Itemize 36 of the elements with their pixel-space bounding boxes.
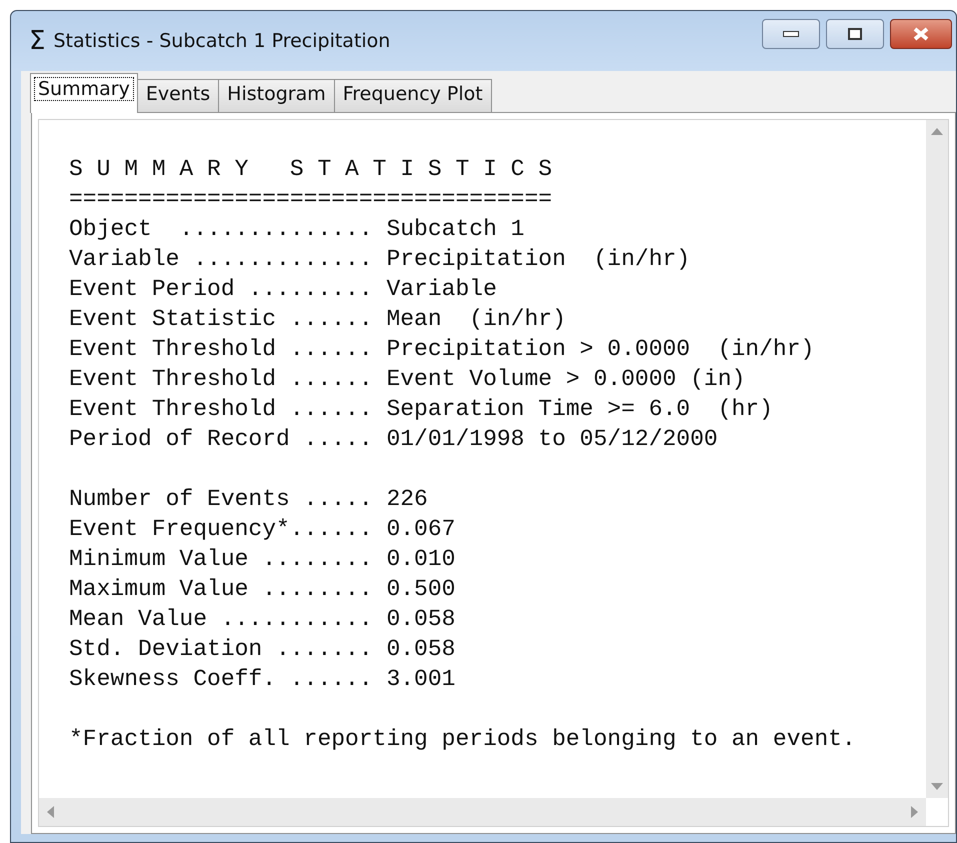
report-line: Variable ............. Precipitation (in/hr) <box>69 245 692 274</box>
report-line: Period of Record ..... 01/01/1998 to 05/12/2000 <box>69 425 719 454</box>
separator-line: =================================== <box>69 185 554 214</box>
footnote-text: *Fraction of all reporting periods belonging to an event. <box>69 725 857 754</box>
report-line: Event Threshold ...... Separation Time >= 6.0 (hr) <box>69 395 774 424</box>
report-line: Minimum Value ........ 0.010 <box>69 545 456 574</box>
report-line: Event Period ......... Variable <box>69 275 498 304</box>
tab[interactable]: Events <box>136 79 220 113</box>
scroll-left-icon[interactable] <box>47 806 54 818</box>
report-line: Object .............. Subcatch 1 <box>69 215 526 244</box>
report-heading: S U M M A R Y S T A T I S T I C S <box>69 155 554 184</box>
report-line: Std. Deviation ....... 0.058 <box>69 635 456 664</box>
report-line: Mean Value ........... 0.058 <box>69 605 456 634</box>
report-line: Event Frequency*...... 0.067 <box>69 515 456 544</box>
scroll-down-icon[interactable] <box>931 783 943 790</box>
scroll-up-icon[interactable] <box>931 128 943 135</box>
close-icon <box>912 27 930 41</box>
report-line: Event Statistic ...... Mean (in/hr) <box>69 305 567 334</box>
report-line: Number of Events ..... 226 <box>69 485 429 514</box>
close-button[interactable] <box>890 19 952 49</box>
window-icon: Σ <box>29 28 46 54</box>
scroll-right-icon[interactable] <box>911 806 918 818</box>
report-line: Event Threshold ...... Precipitation > 0.0000 (in/hr) <box>69 335 816 364</box>
window-title: Statistics - Subcatch 1 Precipitation <box>53 30 392 52</box>
report-line: Event Threshold ...... Event Volume > 0.0000 (in) <box>69 365 746 394</box>
tab[interactable]: Summary <box>30 73 138 113</box>
minimize-button[interactable] <box>762 19 820 49</box>
report-line: Maximum Value ........ 0.500 <box>69 575 456 604</box>
minimize-icon <box>783 31 799 37</box>
report-line: Skewness Coeff. ...... 3.001 <box>69 665 456 694</box>
horizontal-scrollbar[interactable] <box>39 798 926 826</box>
tab[interactable]: Frequency Plot <box>334 79 492 113</box>
maximize-button[interactable] <box>826 19 884 49</box>
vertical-scrollbar[interactable] <box>926 120 948 798</box>
tab[interactable]: Histogram <box>218 79 335 113</box>
maximize-icon <box>848 28 862 40</box>
